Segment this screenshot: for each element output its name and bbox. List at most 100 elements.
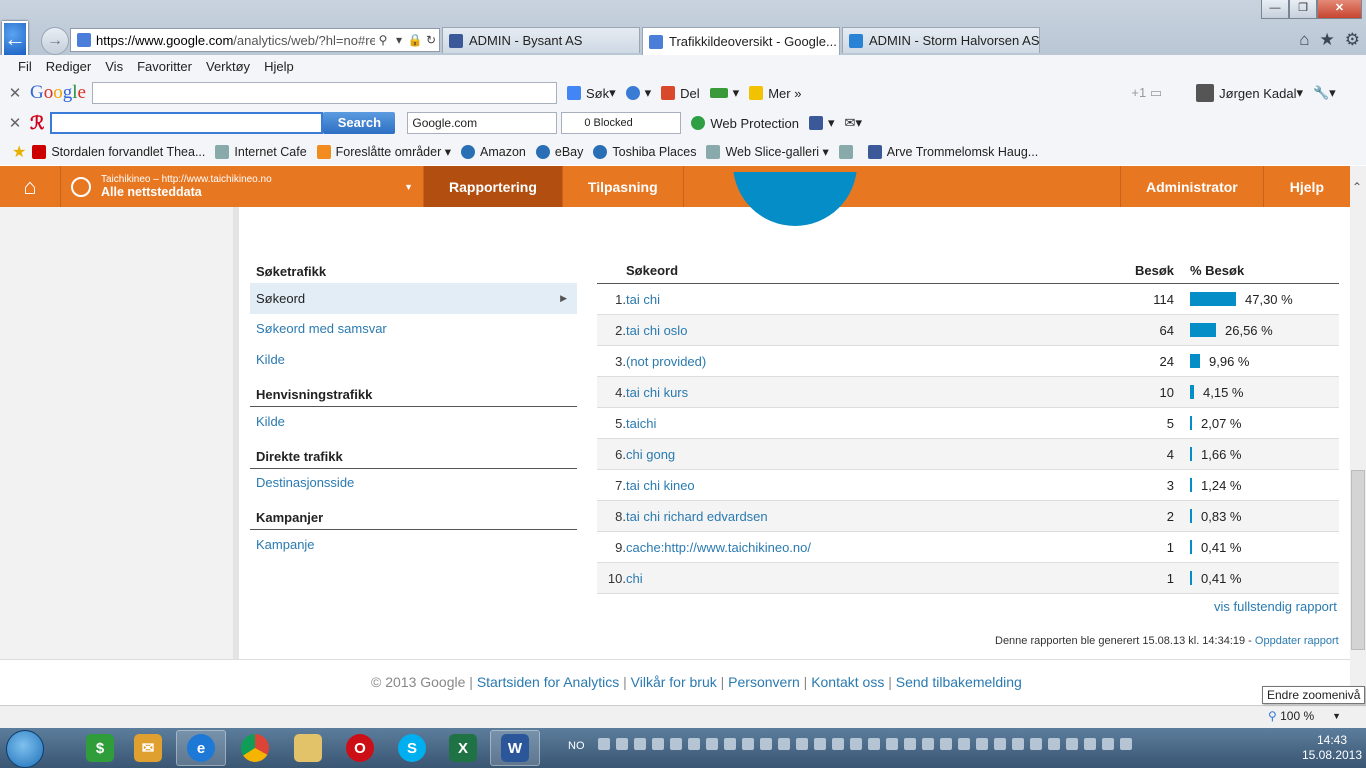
- web-protection[interactable]: Web Protection: [691, 116, 799, 131]
- clock[interactable]: 14:43 15.08.2013: [1298, 733, 1366, 763]
- keyword-link[interactable]: tai chi: [626, 292, 1106, 307]
- scrollbar-thumb[interactable]: [1351, 470, 1365, 650]
- nav-administrator[interactable]: Administrator: [1119, 166, 1263, 207]
- close-toolbar-icon[interactable]: ✕: [0, 84, 30, 102]
- menu-fil[interactable]: Fil: [18, 59, 32, 74]
- tray-icon[interactable]: [1084, 738, 1096, 750]
- facebook-button[interactable]: ▾: [809, 115, 835, 131]
- fav-item[interactable]: Stordalen forvandlet Thea...: [32, 144, 205, 159]
- back-button[interactable]: ←: [2, 21, 28, 57]
- home-icon[interactable]: ⌂: [0, 166, 61, 207]
- close-toolbar-icon[interactable]: ✕: [0, 114, 30, 132]
- keyword-link[interactable]: (not provided): [626, 354, 1106, 369]
- account-selector[interactable]: Taichikineo – http://www.taichikineo.no …: [61, 166, 423, 207]
- tray-icon[interactable]: [886, 738, 898, 750]
- scroll-up-icon[interactable]: ⌃: [1352, 180, 1362, 194]
- keyword-link[interactable]: cache:http://www.taichikineo.no/: [626, 540, 1106, 555]
- nav-kampanje[interactable]: Kampanje: [250, 537, 315, 552]
- chevron-down-icon[interactable]: ▼: [1332, 711, 1341, 721]
- tray-icon[interactable]: [1066, 738, 1078, 750]
- tray-icon[interactable]: [814, 738, 826, 750]
- blocked-counter[interactable]: 0 Blocked: [561, 112, 682, 134]
- taskbar-app-chrome[interactable]: [230, 730, 280, 766]
- search-icon[interactable]: ⚲: [375, 33, 391, 47]
- tab-rapportering[interactable]: Rapportering: [423, 166, 562, 207]
- language-indicator[interactable]: NO: [568, 740, 585, 752]
- tray-icon[interactable]: [868, 738, 880, 750]
- footer-link[interactable]: Vilkår for bruk: [631, 674, 717, 690]
- bookmarks-button[interactable]: ▾: [625, 85, 651, 101]
- taskbar-app-ie[interactable]: e: [176, 730, 226, 766]
- fav-item[interactable]: Internet Cafe: [215, 144, 307, 159]
- engine-select[interactable]: Google.com: [407, 112, 558, 134]
- header-keyword[interactable]: Søkeord: [626, 263, 1106, 283]
- nav-kilde-search[interactable]: Kilde: [250, 352, 285, 367]
- lock-icon[interactable]: 🔒: [407, 33, 423, 47]
- more-button[interactable]: Mer »: [749, 86, 801, 101]
- nav-destinasjonsside[interactable]: Destinasjonsside: [250, 475, 354, 490]
- tab-storm[interactable]: ADMIN - Storm Halvorsen AS: [842, 27, 1040, 53]
- google-search-button[interactable]: Søk ▾: [566, 85, 616, 101]
- minimize-button[interactable]: —: [1261, 0, 1289, 19]
- tray-icon[interactable]: [958, 738, 970, 750]
- tray-icon[interactable]: [706, 738, 718, 750]
- tray-icon[interactable]: [1012, 738, 1024, 750]
- fav-item[interactable]: Web Slice-galleri ▾: [706, 144, 829, 159]
- tray-icon[interactable]: [922, 738, 934, 750]
- maximize-button[interactable]: ❐: [1289, 0, 1317, 19]
- taskbar-app-explorer[interactable]: [283, 730, 333, 766]
- tray-icon[interactable]: [634, 738, 646, 750]
- tray-icon[interactable]: [940, 738, 952, 750]
- plus-one-button[interactable]: +1 ▭: [1131, 85, 1162, 101]
- avira-search-button[interactable]: Search: [323, 112, 396, 134]
- tray-icon[interactable]: [1102, 738, 1114, 750]
- tab-trafikkilde[interactable]: Trafikkildeoversikt - Google... ✕: [642, 27, 840, 55]
- keyword-link[interactable]: tai chi richard edvardsen: [626, 509, 1106, 524]
- fav-item[interactable]: Foreslåtte områder ▾: [316, 144, 451, 159]
- fav-item[interactable]: Arve Trommelomsk Haug...: [867, 144, 1038, 159]
- nav-sokeord[interactable]: Søkeord ▶: [250, 283, 577, 314]
- fav-item[interactable]: Toshiba Places: [593, 144, 696, 159]
- nav-hjelp[interactable]: Hjelp: [1262, 166, 1350, 207]
- keyword-link[interactable]: tai chi kineo: [626, 478, 1106, 493]
- taskbar-app-finance[interactable]: $: [75, 730, 125, 766]
- fav-item[interactable]: [838, 144, 858, 159]
- tray-icon[interactable]: [742, 738, 754, 750]
- forward-button[interactable]: →: [41, 27, 69, 55]
- fav-item[interactable]: Amazon: [461, 144, 526, 159]
- menu-rediger[interactable]: Rediger: [46, 59, 92, 74]
- nav-kilde-referral[interactable]: Kilde: [250, 414, 285, 429]
- menu-verktoy[interactable]: Verktøy: [206, 59, 250, 74]
- settings-gear-icon[interactable]: ⚙: [1345, 30, 1360, 50]
- menu-hjelp[interactable]: Hjelp: [264, 59, 294, 74]
- tray-icon[interactable]: [976, 738, 988, 750]
- menu-favoritter[interactable]: Favoritter: [137, 59, 192, 74]
- start-button[interactable]: [6, 730, 44, 768]
- tray-icon[interactable]: [1048, 738, 1060, 750]
- wrench-icon[interactable]: 🔧▾: [1313, 85, 1336, 101]
- tray-icon[interactable]: [904, 738, 916, 750]
- tray-icon[interactable]: [652, 738, 664, 750]
- tray-icon[interactable]: [598, 738, 610, 750]
- share-button[interactable]: Del: [661, 86, 700, 101]
- zoom-control[interactable]: ⚲ 100 % ▼: [1268, 707, 1341, 725]
- keyword-link[interactable]: tai chi kurs: [626, 385, 1106, 400]
- footer-link[interactable]: Personvern: [728, 674, 800, 690]
- taskbar-app-excel[interactable]: X: [438, 730, 488, 766]
- refresh-icon[interactable]: ↻: [423, 33, 439, 47]
- color-button[interactable]: ▾: [709, 85, 739, 101]
- home-icon[interactable]: ⌂: [1299, 30, 1309, 50]
- avira-search-input[interactable]: [50, 112, 324, 134]
- fav-item[interactable]: eBay: [535, 144, 583, 159]
- tray-icon[interactable]: [616, 738, 628, 750]
- dropdown-arrow-icon[interactable]: ▾: [391, 33, 407, 47]
- footer-link[interactable]: Kontakt oss: [811, 674, 884, 690]
- keyword-link[interactable]: tai chi oslo: [626, 323, 1106, 338]
- taskbar-app-opera[interactable]: O: [335, 730, 385, 766]
- keyword-link[interactable]: chi gong: [626, 447, 1106, 462]
- keyword-link[interactable]: taichi: [626, 416, 1106, 431]
- user-menu[interactable]: Jørgen Kadal ▾: [1196, 84, 1303, 102]
- tray-icon[interactable]: [850, 738, 862, 750]
- footer-link[interactable]: Startsiden for Analytics: [477, 674, 619, 690]
- tray-icon[interactable]: [724, 738, 736, 750]
